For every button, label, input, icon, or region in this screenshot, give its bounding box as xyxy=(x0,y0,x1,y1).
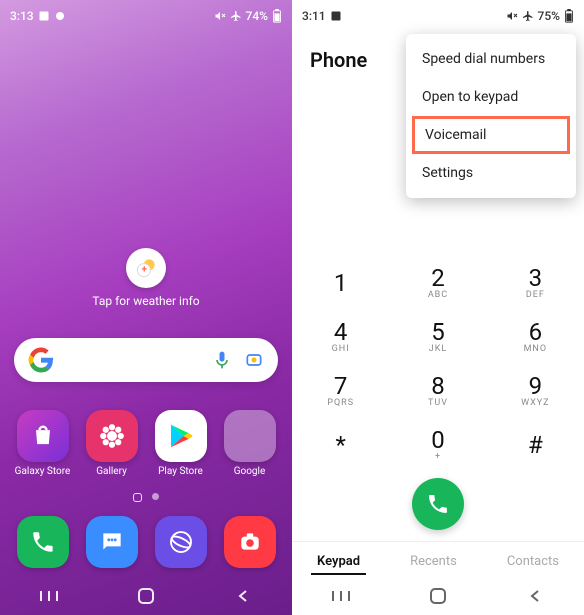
tab-contacts[interactable]: Contacts xyxy=(501,550,565,575)
status-time: 3:13 xyxy=(10,9,34,23)
app-gallery[interactable]: Gallery xyxy=(78,410,146,477)
menu-settings[interactable]: Settings xyxy=(406,154,576,192)
page-dot xyxy=(152,493,159,500)
key-2[interactable]: 2ABC xyxy=(389,255,486,309)
phone-icon xyxy=(426,492,450,516)
key-hash[interactable]: # xyxy=(487,417,584,471)
key-star[interactable]: * xyxy=(292,417,389,471)
gear-icon xyxy=(54,10,66,22)
overflow-menu: Speed dial numbers Open to keypad Voicem… xyxy=(406,34,576,198)
google-search-bar[interactable] xyxy=(14,338,278,382)
page-title: Phone xyxy=(310,48,367,72)
app-internet[interactable] xyxy=(147,516,215,568)
key-1[interactable]: 1 xyxy=(292,255,389,309)
dialer-keypad: 1 2ABC 3DEF 4GHI 5JKL 6MNO 7PQRS 8TUV 9W… xyxy=(292,255,584,471)
status-bar: 3:11 75% xyxy=(292,0,584,28)
call-button[interactable] xyxy=(412,478,464,530)
airplane-icon xyxy=(522,10,534,22)
status-bar: 3:13 74% xyxy=(0,0,292,28)
app-camera[interactable] xyxy=(216,516,284,568)
app-label: Play Store xyxy=(158,466,203,477)
menu-speed-dial[interactable]: Speed dial numbers xyxy=(406,40,576,78)
nav-home-button[interactable] xyxy=(418,587,458,605)
page-indicator xyxy=(0,493,292,502)
battery-percent: 74% xyxy=(246,9,268,23)
svg-text:+: + xyxy=(142,264,148,275)
bottom-tabs: Keypad Recents Contacts xyxy=(292,541,584,575)
key-7[interactable]: 7PQRS xyxy=(292,363,389,417)
folder-icon xyxy=(224,410,276,462)
app-label: Gallery xyxy=(96,466,127,477)
phone-app-screen: 3:11 75% Phone Speed dial numbers Open t… xyxy=(292,0,584,615)
weather-badge-icon: + xyxy=(126,248,166,288)
weather-label: Tap for weather info xyxy=(92,294,199,308)
google-logo-icon xyxy=(28,347,54,373)
nav-recents-button[interactable] xyxy=(29,589,69,603)
image-icon xyxy=(38,10,50,22)
android-nav-bar xyxy=(292,577,584,615)
android-nav-bar xyxy=(0,577,292,615)
nav-back-button[interactable] xyxy=(515,589,555,603)
home-dot-icon xyxy=(133,493,142,502)
image-icon xyxy=(330,10,342,22)
app-label: Google xyxy=(234,466,266,477)
menu-voicemail[interactable]: Voicemail xyxy=(412,116,570,154)
key-4[interactable]: 4GHI xyxy=(292,309,389,363)
menu-open-keypad[interactable]: Open to keypad xyxy=(406,78,576,116)
mute-icon xyxy=(214,10,226,22)
mic-icon[interactable] xyxy=(212,350,232,370)
app-label: Galaxy Store xyxy=(15,466,71,477)
lens-icon[interactable] xyxy=(244,350,264,370)
app-messages[interactable] xyxy=(78,516,146,568)
battery-icon xyxy=(272,9,282,23)
nav-back-button[interactable] xyxy=(223,589,263,603)
nav-recents-button[interactable] xyxy=(321,589,361,603)
home-dock xyxy=(8,516,284,568)
app-phone[interactable] xyxy=(9,516,77,568)
tab-keypad[interactable]: Keypad xyxy=(311,550,366,575)
app-google-folder[interactable]: Google xyxy=(216,410,284,477)
app-play-store[interactable]: Play Store xyxy=(147,410,215,477)
nav-home-button[interactable] xyxy=(126,587,166,605)
key-9[interactable]: 9WXYZ xyxy=(487,363,584,417)
app-galaxy-store[interactable]: Galaxy Store xyxy=(9,410,77,477)
key-0[interactable]: 0+ xyxy=(389,417,486,471)
key-3[interactable]: 3DEF xyxy=(487,255,584,309)
battery-percent: 75% xyxy=(538,9,560,23)
status-time: 3:11 xyxy=(302,9,326,23)
home-app-row-1: Galaxy Store Gallery Play Store Google xyxy=(8,410,284,477)
airplane-icon xyxy=(230,10,242,22)
key-6[interactable]: 6MNO xyxy=(487,309,584,363)
weather-widget[interactable]: + Tap for weather info xyxy=(0,248,292,308)
home-screen: 3:13 74% + Tap for weather info xyxy=(0,0,292,615)
battery-icon xyxy=(564,9,574,23)
key-5[interactable]: 5JKL xyxy=(389,309,486,363)
tab-recents[interactable]: Recents xyxy=(404,550,463,575)
mute-icon xyxy=(506,10,518,22)
key-8[interactable]: 8TUV xyxy=(389,363,486,417)
